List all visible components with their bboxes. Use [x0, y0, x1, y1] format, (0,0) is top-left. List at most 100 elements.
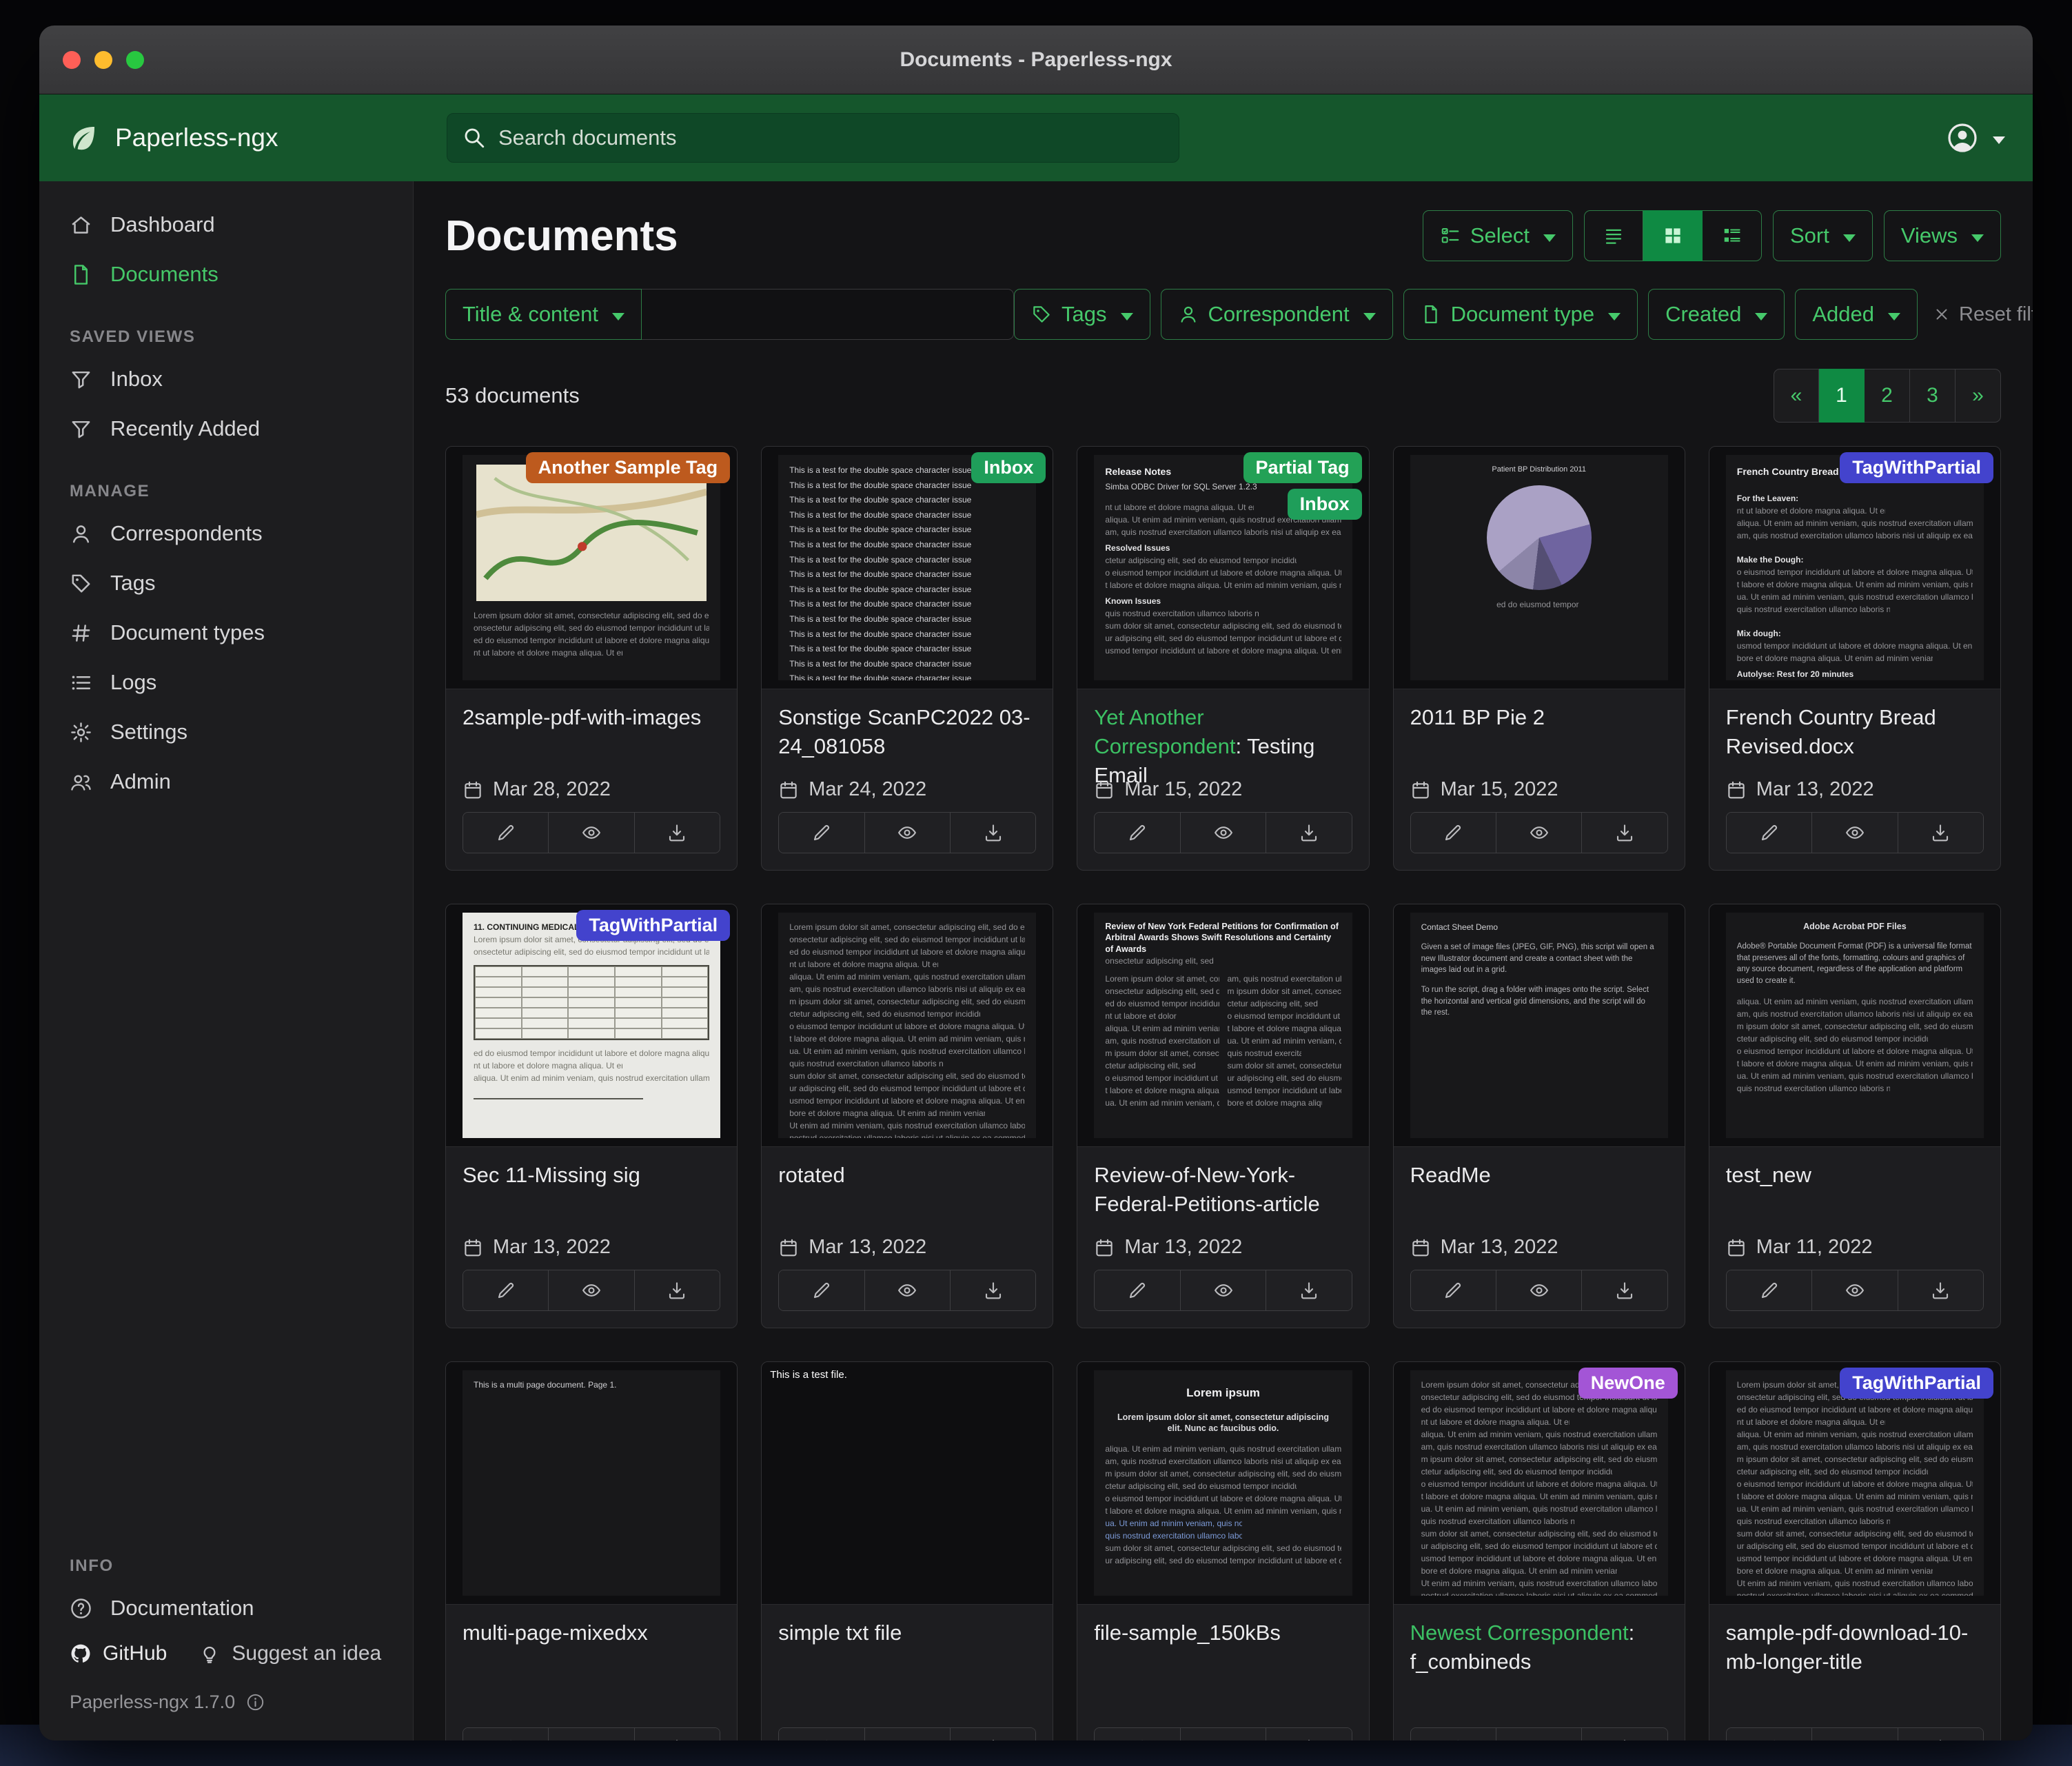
sidebar-item-settings[interactable]: Settings	[52, 708, 400, 756]
edit-document-button[interactable]	[1727, 1728, 1811, 1740]
document-thumb-area[interactable]: Adobe Acrobat PDF FilesAdobe® Portable D…	[1709, 904, 2000, 1147]
sort-button[interactable]: Sort	[1773, 210, 1873, 261]
document-title[interactable]: rotated	[778, 1161, 1036, 1190]
edit-document-button[interactable]	[1727, 813, 1811, 853]
zoom-button[interactable]	[126, 51, 144, 69]
tag-badge[interactable]: TagWithPartial	[1840, 1368, 1993, 1399]
download-document-button[interactable]	[1266, 1270, 1351, 1310]
edit-document-button[interactable]	[1095, 1270, 1179, 1310]
suggest-idea-link[interactable]: Suggest an idea	[199, 1642, 381, 1665]
document-card[interactable]: Lorem ipsum dolor sit amet, consectetur …	[1709, 1361, 2001, 1740]
download-document-button[interactable]	[1898, 813, 1983, 853]
minimize-button[interactable]	[94, 51, 112, 69]
document-card[interactable]: Lorem ipsum dolor sit amet, consectetur …	[761, 904, 1053, 1328]
document-thumb-area[interactable]: 11. CONTINUING MEDICAL EDUCALorem ipsum …	[446, 904, 737, 1147]
download-document-button[interactable]	[950, 1270, 1035, 1310]
edit-document-button[interactable]	[779, 813, 864, 853]
view-document-button[interactable]	[1811, 1728, 1897, 1740]
document-thumb-area[interactable]: This is a test file.	[762, 1362, 1053, 1605]
list-view-button[interactable]	[1584, 210, 1643, 261]
view-document-button[interactable]	[548, 1270, 633, 1310]
download-document-button[interactable]	[950, 813, 1035, 853]
sidebar-item-dashboard[interactable]: Dashboard	[52, 201, 400, 249]
document-title[interactable]: simple txt file	[778, 1618, 1036, 1647]
document-card[interactable]: Contact Sheet DemoGiven a set of image f…	[1393, 904, 1685, 1328]
tag-badge[interactable]: Partial Tag	[1243, 452, 1362, 483]
grid-view-button[interactable]	[1643, 210, 1703, 261]
views-button[interactable]: Views	[1884, 210, 2001, 261]
edit-document-button[interactable]	[463, 1270, 548, 1310]
page-2-button[interactable]: 2	[1865, 369, 1910, 423]
brand[interactable]: Paperless-ngx	[67, 121, 447, 154]
document-thumb-area[interactable]: Lorem ipsum dolor sit amet, consectetur …	[762, 904, 1053, 1147]
page-1-button[interactable]: 1	[1819, 369, 1865, 423]
reset-filters-button[interactable]: Reset filters	[1933, 303, 2033, 326]
document-title[interactable]: ReadMe	[1410, 1161, 1668, 1190]
document-thumb-area[interactable]: This is a test for the double space char…	[762, 447, 1053, 689]
document-card[interactable]: Lorem ipsumLorem ipsum dolor sit amet, c…	[1077, 1361, 1369, 1740]
added-filter-button[interactable]: Added	[1795, 289, 1918, 340]
search-input[interactable]	[498, 125, 1164, 150]
detail-view-button[interactable]	[1703, 210, 1762, 261]
document-title[interactable]: Sonstige ScanPC2022 03-24_081058	[778, 703, 1036, 761]
window-titlebar[interactable]: Documents - Paperless-ngx	[39, 26, 2033, 94]
document-thumb-area[interactable]: Release NotesSimba ODBC Driver for SQL S…	[1077, 447, 1368, 689]
document-title[interactable]: test_new	[1726, 1161, 1984, 1190]
title-content-input[interactable]	[642, 289, 1014, 340]
edit-document-button[interactable]	[1411, 1728, 1496, 1740]
document-thumb-area[interactable]: This is a multi page document. Page 1.	[446, 1362, 737, 1605]
github-link[interactable]: GitHub	[70, 1642, 167, 1665]
tag-badge[interactable]: TagWithPartial	[576, 910, 730, 941]
tag-badge[interactable]: TagWithPartial	[1840, 452, 1993, 483]
edit-document-button[interactable]	[1411, 1270, 1496, 1310]
view-document-button[interactable]	[548, 813, 633, 853]
document-card[interactable]: French Country BreadFor the Leaven:nt ut…	[1709, 446, 2001, 871]
edit-document-button[interactable]	[779, 1728, 864, 1740]
sidebar-item-tags[interactable]: Tags	[52, 559, 400, 607]
edit-document-button[interactable]	[1095, 813, 1179, 853]
document-card[interactable]: Lorem ipsum dolor sit amet, consectetur …	[1393, 1361, 1685, 1740]
document-thumb-area[interactable]: Lorem ipsum dolor sit amet, consectetur …	[446, 447, 737, 689]
edit-document-button[interactable]	[1411, 813, 1496, 853]
document-title[interactable]: multi-page-mixedxx	[463, 1618, 720, 1647]
view-document-button[interactable]	[1180, 813, 1266, 853]
download-document-button[interactable]	[950, 1728, 1035, 1740]
sidebar-item-document-types[interactable]: Document types	[52, 609, 400, 657]
document-title[interactable]: Sec 11-Missing sig	[463, 1161, 720, 1190]
info-icon[interactable]	[246, 1693, 265, 1712]
download-document-button[interactable]	[1898, 1728, 1983, 1740]
document-card[interactable]: Release NotesSimba ODBC Driver for SQL S…	[1077, 446, 1369, 871]
document-card[interactable]: Adobe Acrobat PDF FilesAdobe® Portable D…	[1709, 904, 2001, 1328]
view-document-button[interactable]	[1496, 1270, 1581, 1310]
title-content-dropdown[interactable]: Title & content	[445, 289, 642, 340]
prev-page-button[interactable]: «	[1774, 369, 1819, 423]
document-title[interactable]: Review-of-New-York-Federal-Petitions-art…	[1094, 1161, 1352, 1219]
view-document-button[interactable]	[864, 1270, 950, 1310]
created-filter-button[interactable]: Created	[1648, 289, 1785, 340]
tag-badge[interactable]: Inbox	[1288, 489, 1362, 520]
select-button[interactable]: Select	[1423, 210, 1573, 261]
document-title[interactable]: Yet Another Correspondent: Testing Email	[1094, 703, 1352, 790]
sidebar-item-inbox[interactable]: Inbox	[52, 355, 400, 403]
view-document-button[interactable]	[1496, 813, 1581, 853]
document-card[interactable]: Lorem ipsum dolor sit amet, consectetur …	[445, 446, 738, 871]
document-thumb-area[interactable]: Patient BP Distribution 2011ed do eiusmo…	[1394, 447, 1685, 689]
tag-badge[interactable]: Another Sample Tag	[526, 452, 731, 483]
view-document-button[interactable]	[864, 1728, 950, 1740]
sidebar-item-admin[interactable]: Admin	[52, 758, 400, 806]
close-button[interactable]	[63, 51, 81, 69]
document-title[interactable]: 2011 BP Pie 2	[1410, 703, 1668, 732]
next-page-button[interactable]: »	[1956, 369, 2001, 423]
sidebar-item-documentation[interactable]: Documentation	[52, 1584, 400, 1632]
edit-document-button[interactable]	[463, 813, 548, 853]
download-document-button[interactable]	[634, 1270, 720, 1310]
document-correspondent[interactable]: Yet Another Correspondent	[1094, 705, 1235, 758]
document-card[interactable]: 11. CONTINUING MEDICAL EDUCALorem ipsum …	[445, 904, 738, 1328]
view-document-button[interactable]	[1811, 1270, 1897, 1310]
document-thumb-area[interactable]: Review of New York Federal Petitions for…	[1077, 904, 1368, 1147]
document-title[interactable]: Newest Correspondent: f_combineds	[1410, 1618, 1668, 1676]
download-document-button[interactable]	[634, 1728, 720, 1740]
document-card[interactable]: This is a test for the double space char…	[761, 446, 1053, 871]
tag-badge[interactable]: Inbox	[971, 452, 1046, 483]
tag-badge[interactable]: NewOne	[1578, 1368, 1678, 1399]
